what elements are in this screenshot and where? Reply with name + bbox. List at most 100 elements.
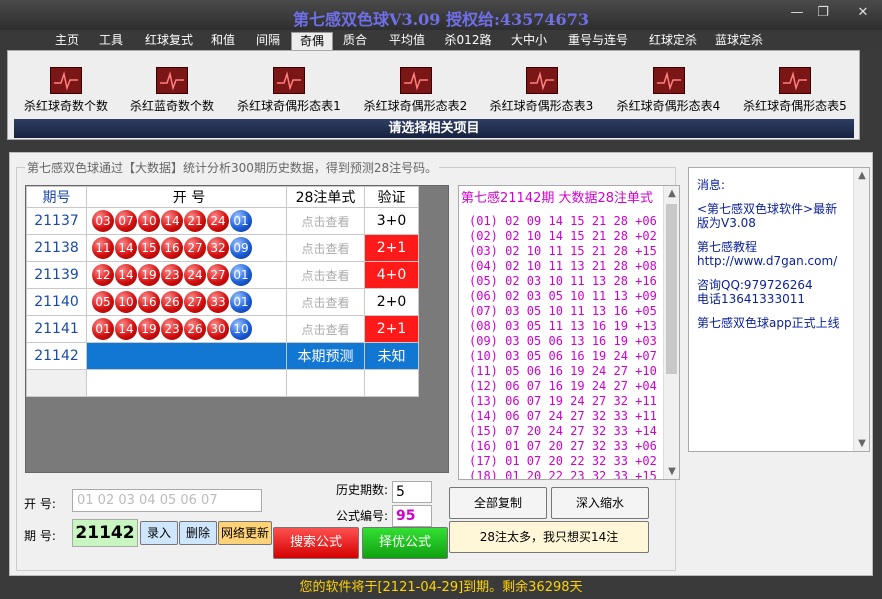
tool-kill-red-odd-count[interactable]: 杀红球奇数个数 xyxy=(12,67,120,117)
tool-odd-even-table-5[interactable]: 杀红球奇偶形态表5 xyxy=(732,67,858,117)
menu-red-kill[interactable]: 红球定杀 xyxy=(642,32,704,50)
menu-interval[interactable]: 间隔 xyxy=(248,32,288,50)
issue-input[interactable]: 21142 xyxy=(72,519,138,547)
close-button[interactable]: ✕ xyxy=(850,4,876,22)
red-ball: 03 xyxy=(92,210,114,232)
restore-button[interactable]: ❐ xyxy=(810,4,836,22)
table-row: 21137 03 07 10 14 21 24 01 点击查看 3+0 xyxy=(26,207,419,235)
red-ball: 14 xyxy=(115,237,137,259)
menu-size[interactable]: 大中小 xyxy=(503,32,555,50)
copy-all-button[interactable]: 全部复制 xyxy=(449,487,547,519)
tool-label: 杀红球奇偶形态表3 xyxy=(489,99,594,113)
prediction-line: (17) 01 07 20 22 32 33 +02 xyxy=(469,454,657,468)
network-update-button[interactable]: 网络更新 xyxy=(218,521,272,545)
tool-label: 杀红球奇数个数 xyxy=(23,99,108,113)
history-input[interactable]: 5 xyxy=(392,481,432,503)
tool-label: 杀红球奇偶形态表2 xyxy=(363,99,468,113)
enter-button[interactable]: 录入 xyxy=(140,521,178,545)
view-link[interactable]: 点击查看 xyxy=(286,261,365,289)
chart-icon xyxy=(779,67,811,94)
menu-kill-012[interactable]: 杀012路 xyxy=(437,32,499,50)
red-ball: 15 xyxy=(138,237,160,259)
formula-label: 公式编号: xyxy=(336,509,389,523)
predict-draw xyxy=(86,342,287,370)
draw-cell: 11 14 15 16 27 32 09 xyxy=(86,234,287,262)
menu-home[interactable]: 主页 xyxy=(47,32,87,50)
prediction-textbox[interactable]: 第七感21142期 大数据28注单式 (01) 02 09 14 15 21 2… xyxy=(458,185,680,480)
prediction-line: (13) 06 07 19 24 27 32 +11 xyxy=(469,394,657,408)
scroll-up-icon[interactable]: ▲ xyxy=(664,188,679,199)
menu-tools[interactable]: 工具 xyxy=(91,32,131,50)
view-link[interactable]: 点击查看 xyxy=(286,288,365,316)
red-ball: 14 xyxy=(115,318,137,340)
tool-odd-even-table-3[interactable]: 杀红球奇偶形态表3 xyxy=(479,67,604,117)
blue-ball: 01 xyxy=(230,210,252,232)
scroll-thumb[interactable] xyxy=(666,204,677,374)
minimize-button[interactable]: — xyxy=(784,4,810,22)
view-link[interactable]: 点击查看 xyxy=(286,315,365,343)
buy-14-button[interactable]: 28注太多，我只想买14注 xyxy=(449,521,649,553)
blue-ball: 01 xyxy=(230,291,252,313)
red-ball: 30 xyxy=(207,318,229,340)
message-scrollbar[interactable]: ▲ ▼ xyxy=(853,168,869,451)
scroll-down-icon[interactable]: ▼ xyxy=(854,438,870,449)
draw-cell: 05 10 16 26 27 33 01 xyxy=(86,288,287,316)
scroll-up-icon[interactable]: ▲ xyxy=(854,170,870,181)
predict-issue: 21142 xyxy=(26,342,87,370)
menu-prime-composite[interactable]: 质合 xyxy=(335,32,375,50)
tool-odd-even-table-2[interactable]: 杀红球奇偶形态表2 xyxy=(353,67,478,117)
chart-icon xyxy=(525,67,558,94)
message-line: <第七感双色球软件>最新版为V3.08 xyxy=(697,202,838,230)
predict-label: 本期预测 xyxy=(286,342,365,370)
formula-input[interactable]: 95 xyxy=(392,505,432,527)
tool-odd-even-table-4[interactable]: 杀红球奇偶形态表4 xyxy=(606,67,731,117)
table-row: 21139 12 14 19 23 24 27 01 点击查看 4+0 xyxy=(26,261,419,289)
search-formula-button[interactable]: 搜索公式 xyxy=(273,527,359,559)
red-ball: 26 xyxy=(184,318,206,340)
menu-red-multiple[interactable]: 红球复式 xyxy=(137,32,201,50)
red-ball: 27 xyxy=(184,291,206,313)
menu-sum[interactable]: 和值 xyxy=(203,32,243,50)
tool-odd-even-table-1[interactable]: 杀红球奇偶形态表1 xyxy=(225,67,353,117)
window-title: 第七感双色球V3.09 授权给:43574673 xyxy=(293,10,589,29)
red-ball: 10 xyxy=(138,210,160,232)
header-single: 28注单式 xyxy=(286,186,365,208)
issue-cell: 21141 xyxy=(26,315,87,343)
menu-odd-even[interactable]: 奇偶 xyxy=(291,32,333,50)
prediction-line: (01) 02 09 14 15 21 28 +06 xyxy=(469,214,657,228)
red-ball: 33 xyxy=(207,291,229,313)
red-ball: 16 xyxy=(138,291,160,313)
toolbar-panel: 杀红球奇数个数 杀红蓝奇数个数 杀红球奇偶形态表1 杀红球奇偶形态表2 杀红球奇… xyxy=(7,50,860,140)
empty-cell xyxy=(364,369,419,397)
prediction-line: (10) 03 05 06 16 19 24 +07 xyxy=(469,349,657,363)
view-link[interactable]: 点击查看 xyxy=(286,234,365,262)
panel-caption: 第七感双色球通过【大数据】统计分析300期历史数据，得到预测28注号码。 xyxy=(25,159,440,176)
message-line: 消息: xyxy=(697,178,726,192)
menu-average[interactable]: 平均值 xyxy=(381,32,433,50)
menu-repeat-consecutive[interactable]: 重号与连号 xyxy=(560,32,636,50)
open-number-input[interactable]: 01 02 03 04 05 06 07 xyxy=(72,489,262,512)
issue-cell: 21138 xyxy=(26,234,87,262)
deep-shrink-button[interactable]: 深入缩水 xyxy=(551,487,649,519)
delete-button[interactable]: 删除 xyxy=(179,521,217,545)
prediction-title: 第七感21142期 大数据28注单式 xyxy=(461,191,654,206)
prediction-line: (07) 03 05 10 11 13 16 +05 xyxy=(469,304,657,318)
verify-cell: 4+0 xyxy=(364,261,419,289)
open-number-placeholder: 01 02 03 04 05 06 07 xyxy=(77,493,218,508)
tool-label: 杀红球奇偶形态表5 xyxy=(743,99,847,113)
prediction-scrollbar[interactable]: ▲ ▼ xyxy=(663,186,679,479)
chart-icon xyxy=(399,67,432,94)
empty-cell xyxy=(26,369,87,397)
prediction-line: (14) 06 07 24 27 32 33 +11 xyxy=(469,409,657,423)
prediction-line: (05) 02 03 10 11 13 28 +16 xyxy=(469,274,657,288)
chart-icon xyxy=(156,67,188,94)
select-formula-button[interactable]: 择优公式 xyxy=(362,527,448,559)
tool-kill-red-blue-odd-count[interactable]: 杀红蓝奇数个数 xyxy=(120,67,224,117)
chart-icon xyxy=(273,67,305,94)
menu-blue-kill[interactable]: 蓝球定杀 xyxy=(708,32,770,50)
red-ball: 16 xyxy=(161,237,183,259)
prediction-line: (06) 02 03 05 10 11 13 +09 xyxy=(469,289,657,303)
view-link[interactable]: 点击查看 xyxy=(286,207,365,235)
red-ball: 23 xyxy=(161,264,183,286)
scroll-down-icon[interactable]: ▼ xyxy=(664,466,679,477)
